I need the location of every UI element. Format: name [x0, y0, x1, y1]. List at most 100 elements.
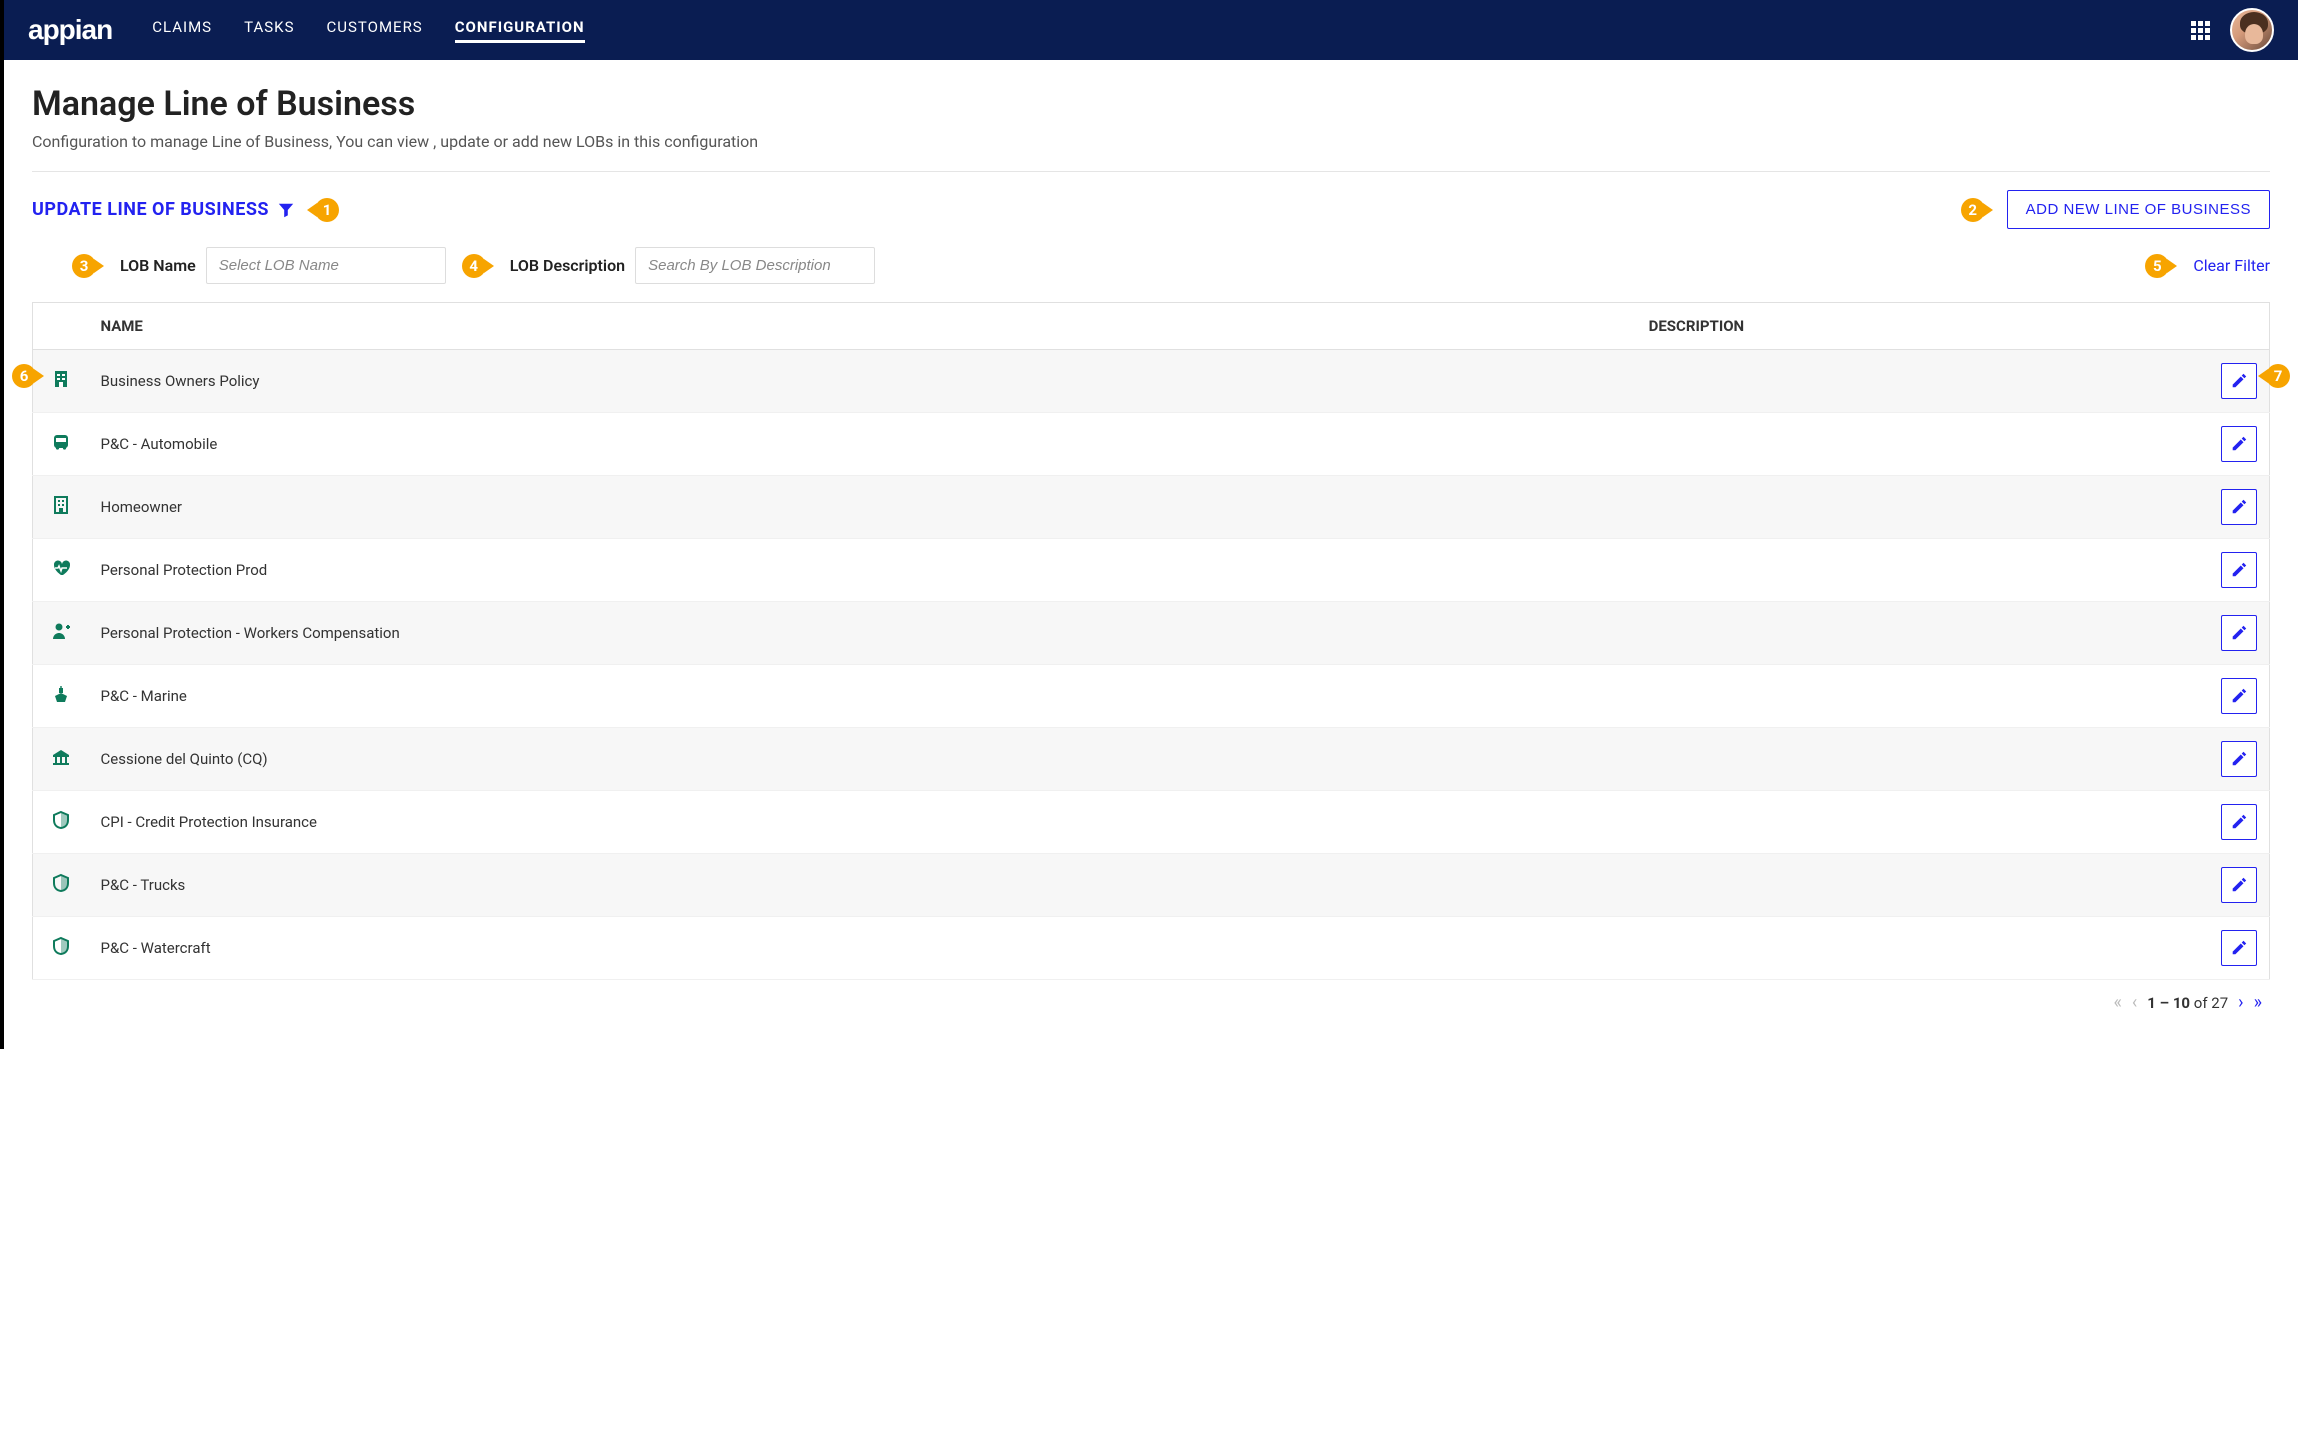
filter-row: 3 LOB Name 4 LOB Description 5 Clear Fil…: [32, 247, 2270, 284]
page-prev-icon[interactable]: ‹: [2132, 992, 2137, 1013]
page-range: 1 – 10: [2147, 994, 2190, 1012]
shield-icon: [51, 810, 71, 830]
callout-1: 1: [315, 198, 339, 222]
logo: appian: [28, 14, 112, 46]
row-action-cell: [2209, 854, 2270, 917]
edit-button[interactable]: [2221, 678, 2257, 714]
section-left: UPDATE LINE OF BUSINESS 1: [32, 198, 339, 222]
filter-icon[interactable]: [277, 201, 295, 219]
filter-name-group: 3 LOB Name: [72, 247, 446, 284]
pencil-icon: [2230, 624, 2248, 642]
header-right: [2191, 8, 2274, 52]
row-name: P&C - Trucks: [89, 854, 1637, 917]
row-description: [1637, 665, 2209, 728]
nav-claims[interactable]: CLAIMS: [152, 18, 212, 43]
table-row: Homeowner: [33, 476, 2270, 539]
edit-button[interactable]: [2221, 552, 2257, 588]
row-name: Personal Protection - Workers Compensati…: [89, 602, 1637, 665]
row-icon-cell: [33, 602, 89, 665]
row-icon-cell: [33, 665, 89, 728]
row-description: [1637, 602, 2209, 665]
table-row: CPI - Credit Protection Insurance: [33, 791, 2270, 854]
edit-button[interactable]: [2221, 867, 2257, 903]
app-header: appian CLAIMS TASKS CUSTOMERS CONFIGURAT…: [4, 0, 2298, 60]
callout-6: 6: [12, 364, 36, 388]
row-icon-cell: [33, 476, 89, 539]
page-content: Manage Line of Business Configuration to…: [4, 60, 2298, 1049]
row-name: Cessione del Quinto (CQ): [89, 728, 1637, 791]
page-first-icon[interactable]: «: [2113, 992, 2121, 1013]
apps-grid-icon[interactable]: [2191, 21, 2210, 40]
bank-icon: [51, 747, 71, 767]
page-subtitle: Configuration to manage Line of Business…: [32, 132, 2270, 172]
clear-filter-group: 5 Clear Filter: [2145, 254, 2270, 278]
row-description: [1637, 854, 2209, 917]
lob-table-wrap: 6 7 NAME DESCRIPTION Business Owners Pol…: [32, 302, 2270, 1025]
row-action-cell: [2209, 539, 2270, 602]
row-description: [1637, 476, 2209, 539]
edit-button[interactable]: [2221, 741, 2257, 777]
row-action-cell: [2209, 728, 2270, 791]
row-description: [1637, 413, 2209, 476]
pencil-icon: [2230, 435, 2248, 453]
building-outline-icon: [51, 495, 71, 515]
row-action-cell: [2209, 413, 2270, 476]
edit-button[interactable]: [2221, 363, 2257, 399]
filter-desc-group: 4 LOB Description: [462, 247, 875, 284]
th-action: [2209, 303, 2270, 350]
row-icon-cell: [33, 539, 89, 602]
ship-icon: [51, 684, 71, 704]
pencil-icon: [2230, 939, 2248, 957]
user-avatar[interactable]: [2230, 8, 2274, 52]
nav-configuration[interactable]: CONFIGURATION: [455, 18, 585, 43]
callout-7-wrap: 7: [2266, 364, 2290, 388]
row-name: P&C - Marine: [89, 665, 1637, 728]
row-action-cell: [2209, 791, 2270, 854]
shield-icon: [51, 936, 71, 956]
row-name: P&C - Automobile: [89, 413, 1637, 476]
th-description[interactable]: DESCRIPTION: [1637, 303, 2209, 350]
table-row: P&C - Automobile: [33, 413, 2270, 476]
row-name: Personal Protection Prod: [89, 539, 1637, 602]
page-next-icon[interactable]: ›: [2238, 992, 2243, 1013]
edit-button[interactable]: [2221, 804, 2257, 840]
edit-button[interactable]: [2221, 489, 2257, 525]
edit-button[interactable]: [2221, 615, 2257, 651]
pencil-icon: [2230, 813, 2248, 831]
page-last-icon[interactable]: »: [2254, 992, 2262, 1013]
pencil-icon: [2230, 372, 2248, 390]
edit-button[interactable]: [2221, 426, 2257, 462]
lob-desc-input[interactable]: [635, 247, 875, 284]
bus-icon: [51, 432, 71, 452]
callout-5: 5: [2145, 254, 2169, 278]
edit-button[interactable]: [2221, 930, 2257, 966]
lob-name-label: LOB Name: [120, 256, 196, 275]
row-action-cell: [2209, 665, 2270, 728]
nav-customers[interactable]: CUSTOMERS: [326, 18, 422, 43]
page-title: Manage Line of Business: [32, 84, 2270, 124]
pencil-icon: [2230, 876, 2248, 894]
primary-nav: CLAIMS TASKS CUSTOMERS CONFIGURATION: [152, 18, 2191, 43]
pagination: « ‹ 1 – 10 of 27 › »: [32, 980, 2270, 1025]
row-icon-cell: [33, 791, 89, 854]
user-plus-icon: [51, 621, 71, 641]
pencil-icon: [2230, 498, 2248, 516]
lob-name-input[interactable]: [206, 247, 446, 284]
row-description: [1637, 791, 2209, 854]
row-name: P&C - Watercraft: [89, 917, 1637, 980]
section-header-row: UPDATE LINE OF BUSINESS 1 2 ADD NEW LINE…: [32, 190, 2270, 229]
th-name[interactable]: NAME: [89, 303, 1637, 350]
clear-filter-link[interactable]: Clear Filter: [2193, 256, 2270, 275]
callout-4: 4: [462, 254, 486, 278]
row-name: CPI - Credit Protection Insurance: [89, 791, 1637, 854]
row-icon-cell: [33, 413, 89, 476]
row-description: [1637, 350, 2209, 413]
pencil-icon: [2230, 561, 2248, 579]
heartbeat-icon: [51, 558, 71, 578]
nav-tasks[interactable]: TASKS: [244, 18, 294, 43]
th-icon: [33, 303, 89, 350]
table-row: P&C - Watercraft: [33, 917, 2270, 980]
section-title: UPDATE LINE OF BUSINESS: [32, 199, 269, 220]
table-row: P&C - Trucks: [33, 854, 2270, 917]
add-lob-button[interactable]: ADD NEW LINE OF BUSINESS: [2007, 190, 2270, 229]
